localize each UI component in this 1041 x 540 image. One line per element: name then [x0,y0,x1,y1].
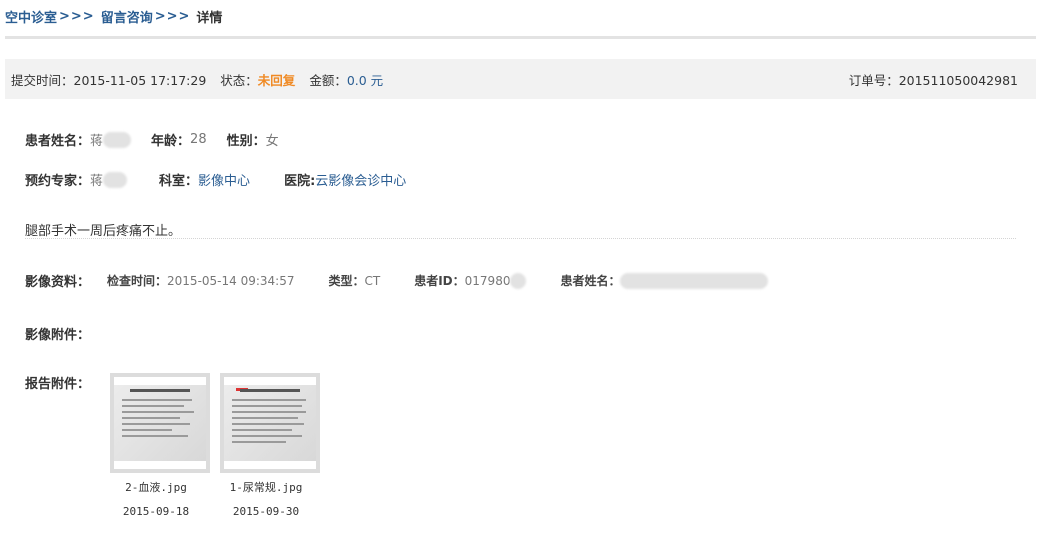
patient-name-label: 患者姓名： [25,134,91,149]
report-text-line [122,423,190,425]
type-value: CT [364,273,381,288]
report-text-line [122,411,194,413]
status-label: 状态： [220,72,258,88]
report-image-blood [114,385,206,461]
report-text-line [232,417,298,419]
order-info-bar: 提交时间：2015-11-05 17:17:29 状态：未回复 金额：0.0 元… [5,59,1036,99]
redacted-mask [510,272,527,289]
report-attachments-row: 报告附件： [25,373,90,392]
exam-time-label: 检查时间： [107,274,168,288]
patient-id-label: 患者ID： [414,274,465,288]
report-thumbnail-blood[interactable] [110,373,210,473]
report-attachments-label: 报告附件： [25,377,91,392]
image-attachments-label: 影像附件： [25,328,91,343]
breadcrumb-separator: >>> [59,8,95,24]
expert-label: 预约专家： [25,174,91,189]
breadcrumb-current-details: 详情 [196,10,223,26]
patient-name-value: 蒋 [90,134,104,149]
department-value: 影像中心 [198,174,251,189]
status: 状态：未回复 [220,70,295,89]
amount-label: 金额： [309,72,347,88]
report-text-line [122,399,192,401]
exam-time-value: 2015-05-14 09:34:57 [167,273,295,288]
report-text-line [122,429,172,431]
redacted-mask [620,272,769,289]
report-text-line [232,435,302,437]
patient-info-row: 患者姓名： 蒋 年龄： 28 性别： 女 [25,130,279,149]
expert-value: 蒋 [90,174,104,189]
report-text-line [232,423,304,425]
report-text-line [232,429,292,431]
report-text-line [232,441,286,443]
order-number-value: 201511050042981 [898,72,1018,88]
amount: 金额：0.0 元 [309,70,383,89]
breadcrumb: 空中诊室 >>> 留言咨询 >>> 详情 [5,6,222,26]
report-image-urine [224,385,316,461]
report-header-line [240,389,300,392]
order-number-label: 订单号： [848,72,899,88]
report-file-name[interactable]: 2-血液.jpg [106,479,206,495]
redacted-mask [103,171,128,188]
report-text-line [122,405,184,407]
header-divider [5,36,1036,39]
breadcrumb-link-air-clinic[interactable]: 空中诊室 [5,7,57,26]
patient-id-value: 017980 [464,273,511,288]
imaging-data-row: 影像资料： 检查时间： 2015-05-14 09:34:57 类型： CT 患… [25,271,769,290]
hospital-label: 医院: [284,174,316,189]
submit-time-label: 提交时间： [11,72,74,88]
appointment-info-row: 预约专家： 蒋 科室： 影像中心 医院: 云影像会诊中心 [25,170,406,189]
imaging-patient-name-label: 患者姓名： [560,274,621,288]
department-label: 科室： [159,174,199,189]
hospital-value: 云影像会诊中心 [315,174,407,189]
amount-value: 0.0 元 [346,72,384,88]
order-number: 订单号：201511050042981 [849,70,1018,89]
age-label: 年龄： [151,134,191,149]
breadcrumb-separator: >>> [154,8,191,24]
redacted-mask [103,131,132,148]
report-file-date: 2015-09-18 [122,505,190,518]
report-file-date: 2015-09-30 [232,505,300,518]
report-thumbnail-urine[interactable] [220,373,320,473]
submit-time-value: 2015-11-05 17:17:29 [73,72,207,88]
type-label: 类型： [328,274,365,288]
consultation-description: 腿部手术一周后疼痛不止。 [25,224,182,239]
report-text-line [232,411,306,413]
imaging-data-label: 影像资料： [25,275,91,290]
report-header-line [130,389,190,392]
age-value: 28 [190,132,207,147]
report-text-line [122,435,188,437]
report-text-line [232,399,306,401]
image-attachments-row: 影像附件： [25,324,90,343]
submit-time: 提交时间：2015-11-05 17:17:29 [11,70,206,89]
report-file-name[interactable]: 1-尿常规.jpg [216,479,316,495]
gender-label: 性别： [226,134,266,149]
breadcrumb-link-consultation[interactable]: 留言咨询 [101,7,153,26]
status-badge: 未回复 [257,72,296,88]
gender-value: 女 [265,134,279,149]
dotted-divider [25,238,1016,239]
report-text-line [232,405,302,407]
report-text-line [122,417,180,419]
